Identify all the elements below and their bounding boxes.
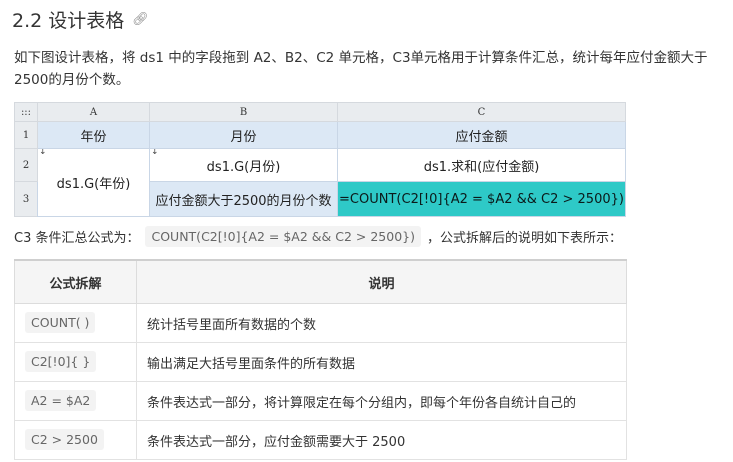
row-number-1[interactable]: 1 (14, 121, 38, 149)
cell-a1[interactable]: 年份 (37, 121, 150, 149)
formula-suffix: ，公式拆解后的说明如下表所示： (426, 231, 622, 246)
intro-paragraph: 如下图设计表格，将 ds1 中的字段拖到 A2、B2、C2 单元格，C3单元格用… (14, 50, 708, 88)
formula-part-desc: 条件表达式一部分，将计算限定在每个分组内，即每个年份各自统计自己的 (136, 381, 627, 421)
design-spreadsheet: ::: A B C 1 年份 月份 应付金额 2 ↓ ds1.G(年份) ↓ d… (14, 102, 626, 217)
cell-b3[interactable]: 应付金额大于2500的月份个数 (149, 181, 338, 217)
cell-a2[interactable]: ↓ ds1.G(年份) (37, 148, 150, 217)
formula-part-code: COUNT( ) (25, 312, 96, 333)
column-header-c[interactable]: C (337, 102, 626, 122)
cell-c3[interactable]: =COUNT(C2[!0]{A2 = $A2 && C2 > 2500}) (337, 181, 626, 217)
expand-down-icon: ↓ (151, 148, 159, 158)
formula-part-desc: 统计括号里面所有数据的个数 (136, 303, 627, 343)
header-description: 说明 (136, 259, 627, 304)
formula-prefix: C3 条件汇总公式为： (14, 231, 140, 246)
formula-code: COUNT(C2[!0]{A2 = $A2 && C2 > 2500}) (145, 226, 421, 247)
formula-part-code: C2[!0]{ } (25, 351, 97, 372)
formula-explanation-table: 公式拆解 说明 COUNT( ) 统计括号里面所有数据的个数 C2[!0]{ }… (14, 259, 627, 460)
page-title: 2.2 设计表格 (12, 10, 125, 32)
section-heading: 2.2 设计表格 🔗︎ (12, 6, 149, 33)
row-number-3[interactable]: 3 (14, 181, 38, 217)
table-row: C2 > 2500 条件表达式一部分，应付金额需要大于 2500 (14, 420, 627, 460)
formula-part-code: A2 = $A2 (25, 390, 97, 411)
formula-part-desc: 条件表达式一部分，应付金额需要大于 2500 (136, 420, 627, 460)
table-row: C2[!0]{ } 输出满足大括号里面条件的所有数据 (14, 342, 627, 382)
formula-part-code: C2 > 2500 (25, 429, 104, 450)
row-number-2[interactable]: 2 (14, 148, 38, 182)
column-header-b[interactable]: B (149, 102, 338, 122)
sheet-corner[interactable]: ::: (14, 102, 38, 122)
cell-b2-value: ds1.G(月份) (206, 159, 281, 175)
cell-c2[interactable]: ds1.求和(应付金额) (337, 148, 626, 182)
column-header-a[interactable]: A (37, 102, 150, 122)
cell-b2[interactable]: ↓ ds1.G(月份) (149, 148, 338, 182)
formula-part-desc: 输出满足大括号里面条件的所有数据 (136, 342, 627, 382)
formula-description: C3 条件汇总公式为： COUNT(C2[!0]{A2 = $A2 && C2 … (14, 226, 622, 247)
table-row: A2 = $A2 条件表达式一部分，将计算限定在每个分组内，即每个年份各自统计自… (14, 381, 627, 421)
table-row: COUNT( ) 统计括号里面所有数据的个数 (14, 303, 627, 343)
header-formula-part: 公式拆解 (14, 259, 137, 304)
cell-c1[interactable]: 应付金额 (337, 121, 626, 149)
cell-b1[interactable]: 月份 (149, 121, 338, 149)
expand-down-icon: ↓ (39, 148, 47, 158)
anchor-link-icon[interactable]: 🔗︎ (132, 12, 149, 27)
cell-a2-value: ds1.G(年份) (56, 177, 131, 192)
